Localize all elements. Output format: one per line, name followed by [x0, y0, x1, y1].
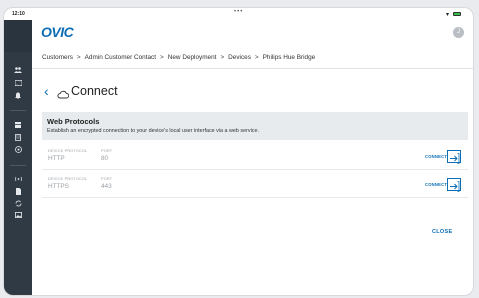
- breadcrumb-new-deployment[interactable]: New Deployment: [168, 54, 217, 61]
- connect-button[interactable]: CONNECT: [425, 178, 465, 192]
- breadcrumb-separator: >: [254, 54, 259, 61]
- protocol-row-https: DEVICE PROTOCOL PORT HTTPS 443 CONNECT: [42, 173, 468, 198]
- help-icon[interactable]: [4, 146, 32, 156]
- wifi-icon: ▾: [446, 12, 450, 18]
- sidebar: [4, 20, 32, 295]
- document-icon[interactable]: [4, 188, 32, 198]
- sidebar-top-block: [4, 20, 32, 52]
- connect-arrow-icon: [447, 150, 461, 164]
- connect-label: CONNECT: [425, 154, 448, 159]
- connect-button[interactable]: CONNECT: [425, 150, 465, 164]
- breadcrumb-devices[interactable]: Devices: [228, 54, 251, 61]
- sidebar-divider: [10, 165, 26, 166]
- back-chevron-icon[interactable]: ‹: [44, 83, 49, 99]
- map-icon[interactable]: [4, 79, 32, 89]
- status-bar: 12:10 ••• ▾: [4, 8, 473, 20]
- protocol-label: DEVICE PROTOCOL: [48, 149, 88, 153]
- protocol-label: DEVICE PROTOCOL: [48, 177, 88, 181]
- breadcrumb-admin-customer-contact[interactable]: Admin Customer Contact: [85, 54, 156, 61]
- web-protocols-header: Web Protocols Establish an encrypted con…: [42, 112, 468, 140]
- inventory-icon[interactable]: [4, 122, 32, 131]
- customers-icon[interactable]: [4, 67, 32, 76]
- cloud-icon: [57, 86, 70, 104]
- port-value: 80: [101, 155, 109, 162]
- breadcrumb-separator: >: [76, 54, 81, 61]
- connect-label: CONNECT: [425, 182, 448, 187]
- tablet-frame: 12:10 ••• ▾ OVIC J Customers > Admin Cus…: [4, 8, 473, 295]
- header-divider: [32, 68, 473, 69]
- connect-arrow-icon: [447, 178, 461, 192]
- app-header: OVIC J Customers > Admin Customer Contact >…: [32, 20, 473, 68]
- port-label: PORT: [101, 149, 113, 153]
- breadcrumb-customers[interactable]: Customers: [42, 54, 73, 61]
- port-label: PORT: [101, 177, 113, 181]
- bell-icon[interactable]: [4, 92, 32, 102]
- brand-logo: OVIC: [41, 24, 74, 40]
- building-icon[interactable]: [4, 134, 32, 144]
- close-button[interactable]: CLOSE: [432, 229, 452, 235]
- sidebar-divider: [10, 110, 26, 111]
- protocol-value: HTTP: [48, 155, 65, 162]
- status-time: 12:10: [12, 11, 25, 17]
- page-title: Connect: [71, 84, 118, 98]
- breadcrumb-philips-hue-bridge[interactable]: Philips Hue Bridge: [263, 54, 316, 61]
- battery-icon: [453, 12, 461, 16]
- port-value: 443: [101, 183, 112, 190]
- protocol-row-http: DEVICE PROTOCOL PORT HTTP 80 CONNECT: [42, 145, 468, 170]
- section-description: Establish an encrypted connection to you…: [47, 128, 259, 134]
- image-icon[interactable]: [4, 212, 32, 221]
- section-heading: Web Protocols: [47, 117, 100, 126]
- breadcrumb-separator: >: [220, 54, 225, 61]
- multitask-dots: •••: [234, 9, 244, 15]
- breadcrumb: Customers > Admin Customer Contact > New Dep…: [42, 54, 315, 61]
- sync-icon[interactable]: [4, 200, 32, 210]
- breadcrumb-separator: >: [160, 54, 164, 61]
- broadcast-icon[interactable]: [4, 176, 32, 185]
- profile-avatar[interactable]: J: [453, 27, 464, 38]
- protocol-value: HTTPS: [48, 183, 69, 190]
